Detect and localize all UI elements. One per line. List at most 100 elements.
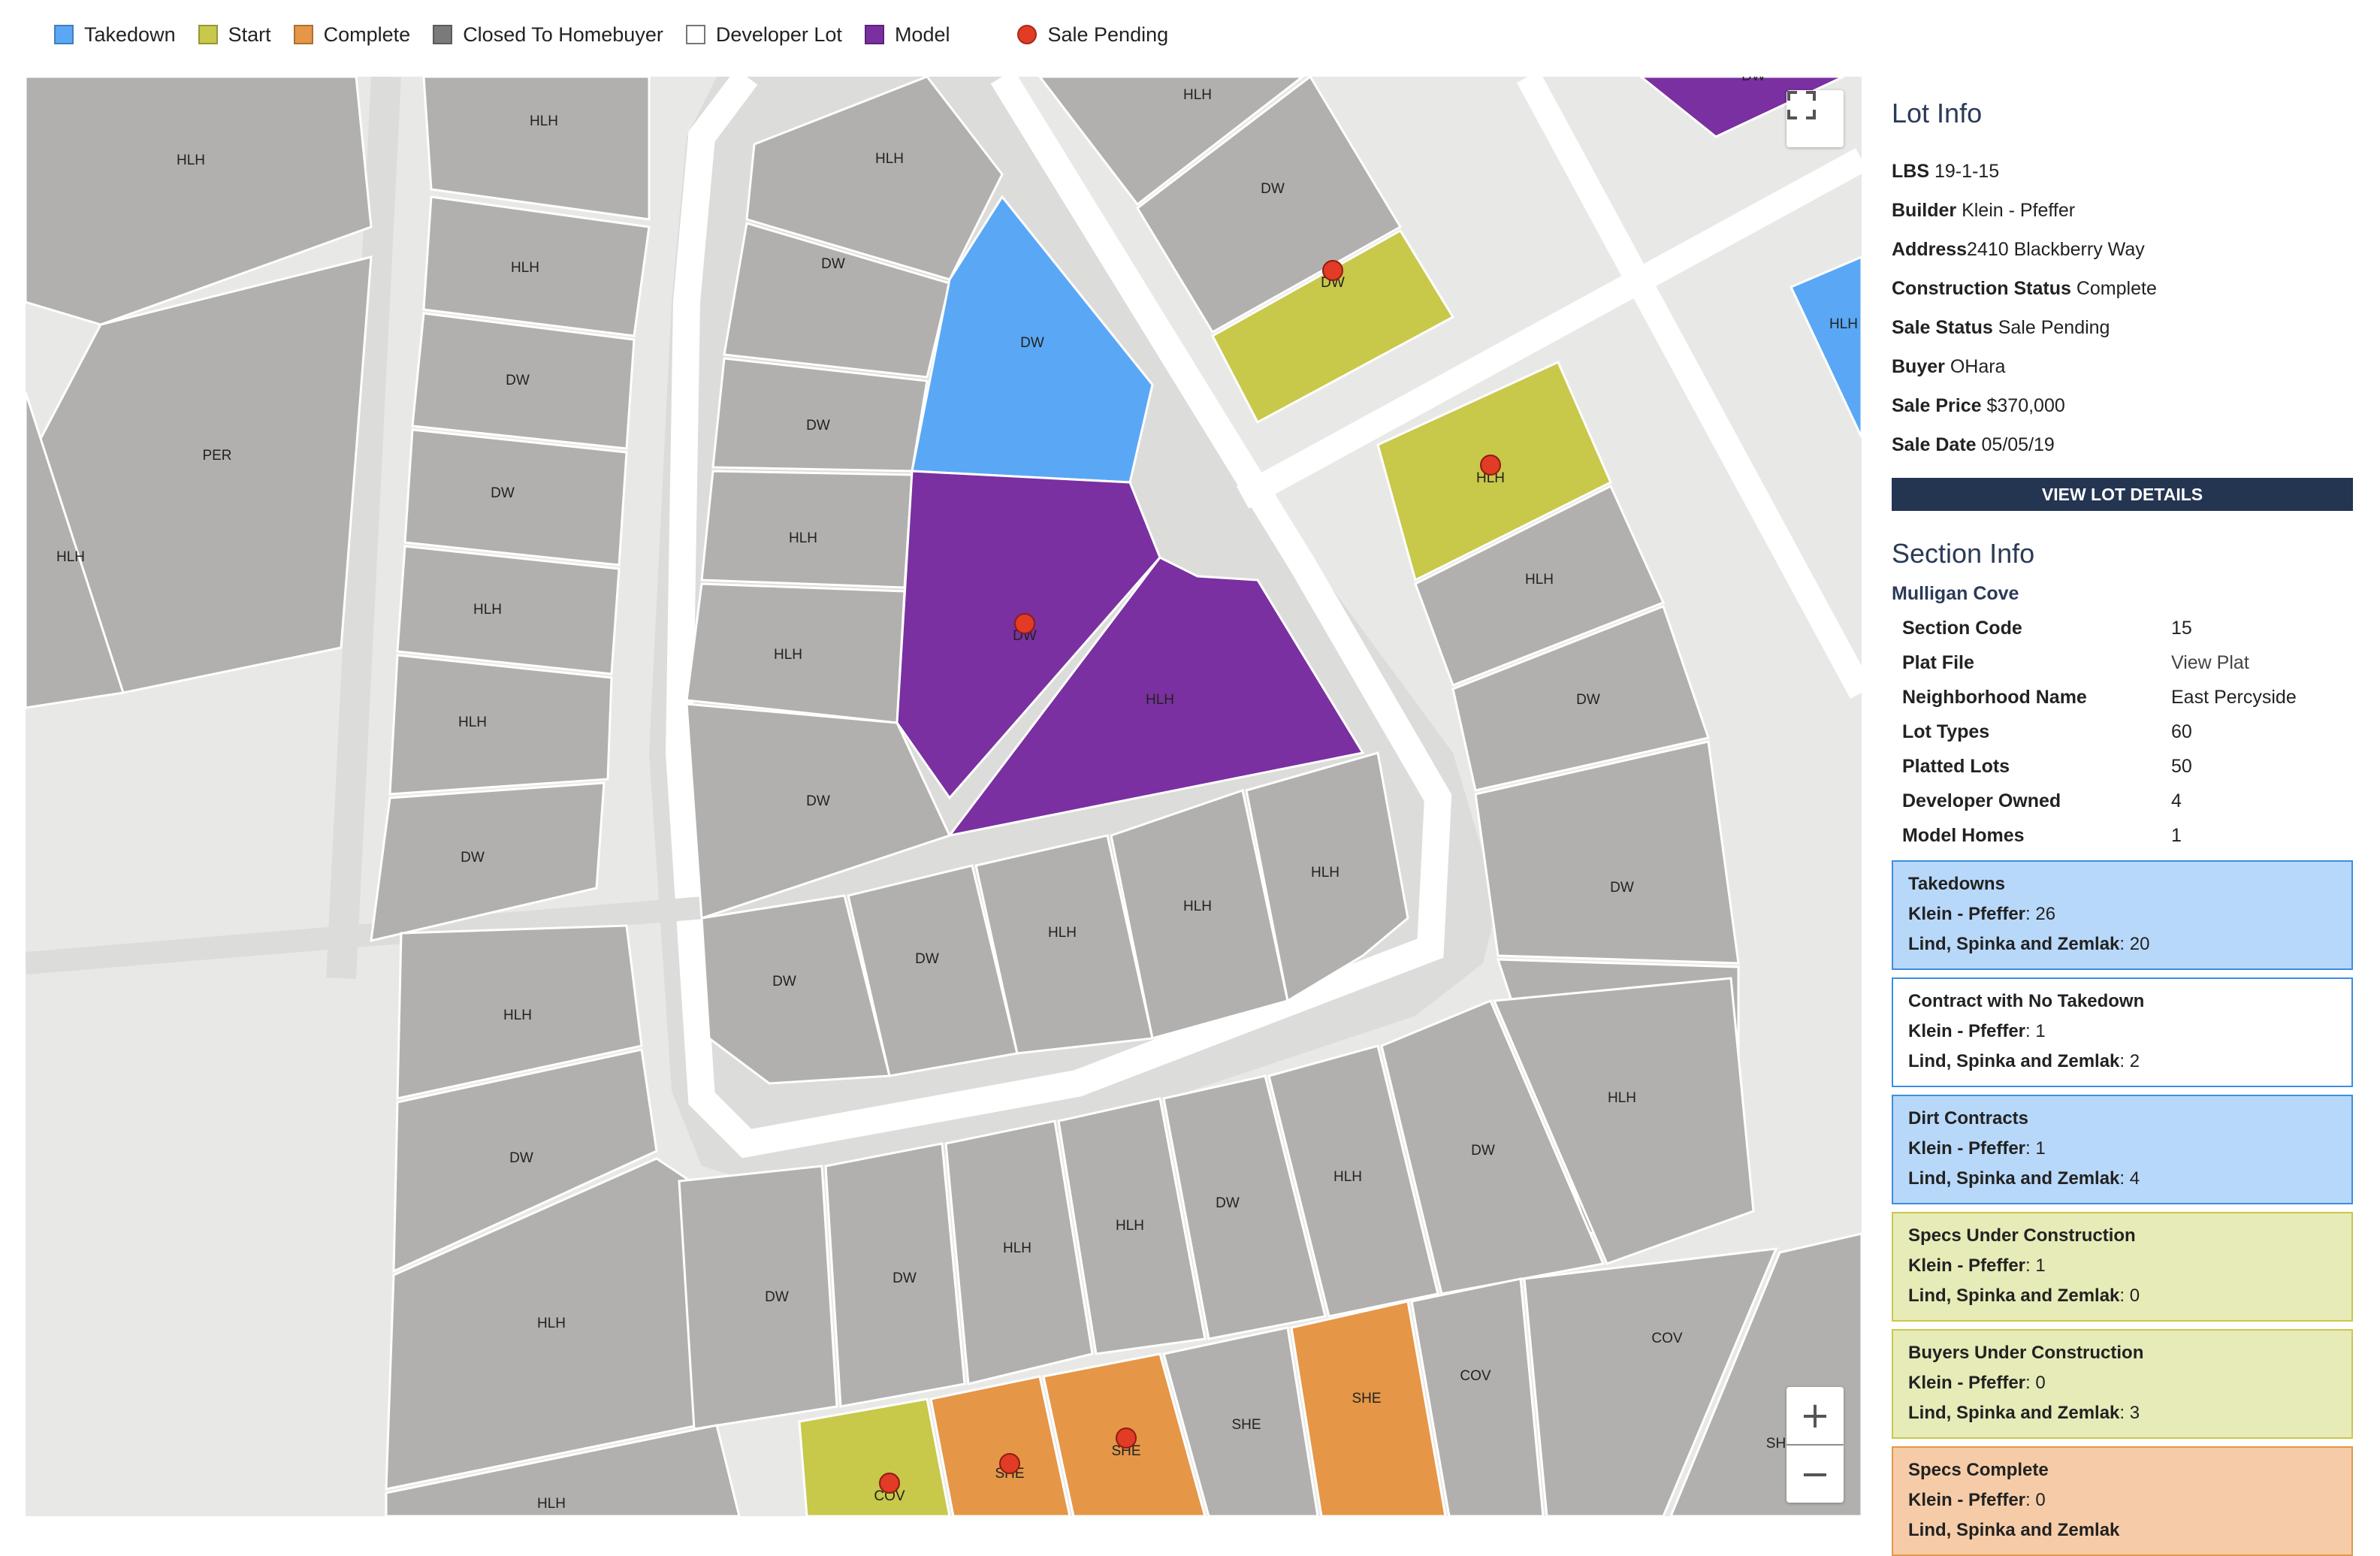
lot-default[interactable] [403,428,628,567]
lot-label: HLH [1003,1240,1031,1256]
lot-label: HLH [537,1316,566,1331]
lot-info-heading: Lot Info [1892,98,1983,128]
legend-label: Sale Pending [1047,23,1169,46]
lot-label: HLH [1183,87,1212,103]
builder-count: : 3 [2119,1403,2140,1423]
lot-label: DW [506,373,530,388]
section-stat-label: Section Code [1902,618,2022,639]
lot-info-label: Sale Price [1892,395,1982,416]
lot-label: HLH [473,602,502,618]
summary-card-title: Dirt Contracts [1908,1108,2029,1128]
lot-label: HLH [511,260,539,276]
lot-info-value: Sale Pending [1992,317,2110,338]
summary-card-line: Lind, Spinka and Zemlak [1908,1515,2336,1545]
lot-takedown[interactable] [1789,255,1862,438]
section-stats: Section Code 15 Plat File View Plat Neighbor… [1892,611,2353,853]
summary-card: Specs Complete Klein - Pfeffer: 0 Lind, Sp… [1892,1446,2353,1556]
lot-info-row: Address2410 Blackberry Way [1892,230,2353,269]
section-stat-value: 1 [2171,825,2182,846]
summary-card-line: Lind, Spinka and Zemlak: 2 [1908,1047,2336,1077]
zoom-out-button[interactable]: − [1787,1446,1844,1503]
lot-default[interactable] [700,470,914,589]
legend-swatch-model [864,25,884,44]
lot-label: DW [509,1150,533,1166]
lot-map[interactable]: HLH PER HLH HLH HLH DW DW HLH HLH DW HLH DW HLH HLH DW… [26,77,1862,1516]
builder-count: : 1 [2025,1255,2046,1276]
lot-info-row: LBS 19-1-15 [1892,152,2353,191]
sale-pending-marker[interactable] [1116,1428,1137,1449]
side-panel: Lot Info LBS 19-1-15 Builder Klein - Pfef… [1892,98,2353,1556]
summary-card: Dirt Contracts Klein - Pfeffer: 1 Lind, Sp… [1892,1095,2353,1204]
section-stat-label: Platted Lots [1902,756,2010,777]
section-summary-cards: Takedowns Klein - Pfeffer: 26 Lind, Spinka… [1892,860,2353,1556]
lot-default[interactable] [388,654,613,796]
lot-default[interactable] [678,1165,838,1431]
section-stat-value: 15 [2171,618,2192,639]
lot-label: HLH [1146,692,1174,708]
lot-info-label: Construction Status [1892,278,2071,299]
summary-card-title: Specs Complete [1908,1460,2049,1480]
builder-name: Lind, Spinka and Zemlak [1908,1286,2120,1306]
lot-label: HLH [789,530,817,546]
section-stat-label: Plat File [1902,652,1974,673]
lot-label: HLH [1311,865,1340,881]
lot-default[interactable] [396,545,621,675]
section-stat-row: Plat File View Plat [1892,645,2353,680]
sale-pending-marker[interactable] [1480,455,1501,476]
lot-label: DW [1020,335,1044,351]
legend-item-takedown: Takedown [54,23,176,47]
summary-card: Specs Under Construction Klein - Pfeffer:… [1892,1212,2353,1322]
lot-info-value: Complete [2070,278,2157,299]
lot-info-row: Construction Status Complete [1892,269,2353,308]
section-stat-label: Lot Types [1902,721,1990,742]
lot-info-row: Sale Date 05/05/19 [1892,425,2353,464]
lot-info-row: Sale Status Sale Pending [1892,308,2353,347]
legend-item-developer: Developer Lot [685,23,842,47]
lot-info-list: LBS 19-1-15 Builder Klein - Pfeffer Addres… [1892,152,2353,464]
view-plat-link[interactable]: View Plat [2171,645,2249,680]
lot-label: DW [1576,692,1600,708]
lot-label: COV [1651,1331,1683,1346]
section-stat-value: 60 [2171,721,2192,742]
lot-info-label: Buyer [1892,356,1945,377]
legend-label: Developer Lot [715,23,842,46]
lot-label: HLH [1116,1218,1144,1234]
fullscreen-button[interactable] [1787,90,1844,147]
section-stat-row: Lot Types 60 [1892,715,2353,749]
lot-info-value: 05/05/19 [1976,434,2055,455]
lot-info-value: Klein - Pfeffer [1956,200,2076,221]
lot-label: SHE [1352,1391,1381,1406]
section-stat-label: Developer Owned [1902,790,2061,811]
zoom-in-button[interactable]: + [1787,1387,1844,1444]
sale-pending-marker[interactable] [1014,613,1035,634]
sale-pending-marker[interactable] [999,1453,1020,1474]
lot-info-label: LBS [1892,161,1929,182]
lot-default[interactable] [422,77,651,221]
builder-name: Klein - Pfeffer [1908,1490,2026,1510]
builder-count: : 2 [2119,1051,2140,1071]
legend-swatch-takedown [54,25,74,44]
lot-label: HLH [177,153,205,168]
sale-pending-marker[interactable] [1322,260,1343,281]
view-lot-details-button[interactable]: VIEW LOT DETAILS [1892,478,2353,511]
lot-label: DW [806,418,830,434]
lot-map-canvas[interactable]: HLH PER HLH HLH HLH DW DW HLH HLH DW HLH DW HLH HLH DW… [26,77,1862,1516]
summary-card-title: Takedowns [1908,874,2005,894]
legend-label: Start [228,23,271,46]
summary-card-title: Buyers Under Construction [1908,1343,2144,1363]
builder-count: : 1 [2025,1138,2046,1159]
lot-label: SH [1766,1436,1786,1452]
lot-label: DW [1261,181,1285,197]
lot-label: HLH [1048,925,1077,941]
lot-label: DW [892,1270,917,1286]
lot-info-value: 2410 Blackberry Way [1967,239,2145,260]
summary-card-line: Klein - Pfeffer: 1 [1908,1134,2336,1164]
builder-count: : 0 [2025,1373,2046,1393]
lot-label: DW [765,1289,789,1305]
map-legend: Takedown Start Complete Closed To Homebuyer… [54,20,1191,50]
lot-label: HLH [875,151,904,167]
sale-pending-marker[interactable] [879,1473,900,1494]
legend-item-complete: Complete [293,23,410,47]
builder-name: Klein - Pfeffer [1908,1255,2026,1276]
builder-count: : 1 [2025,1021,2046,1041]
